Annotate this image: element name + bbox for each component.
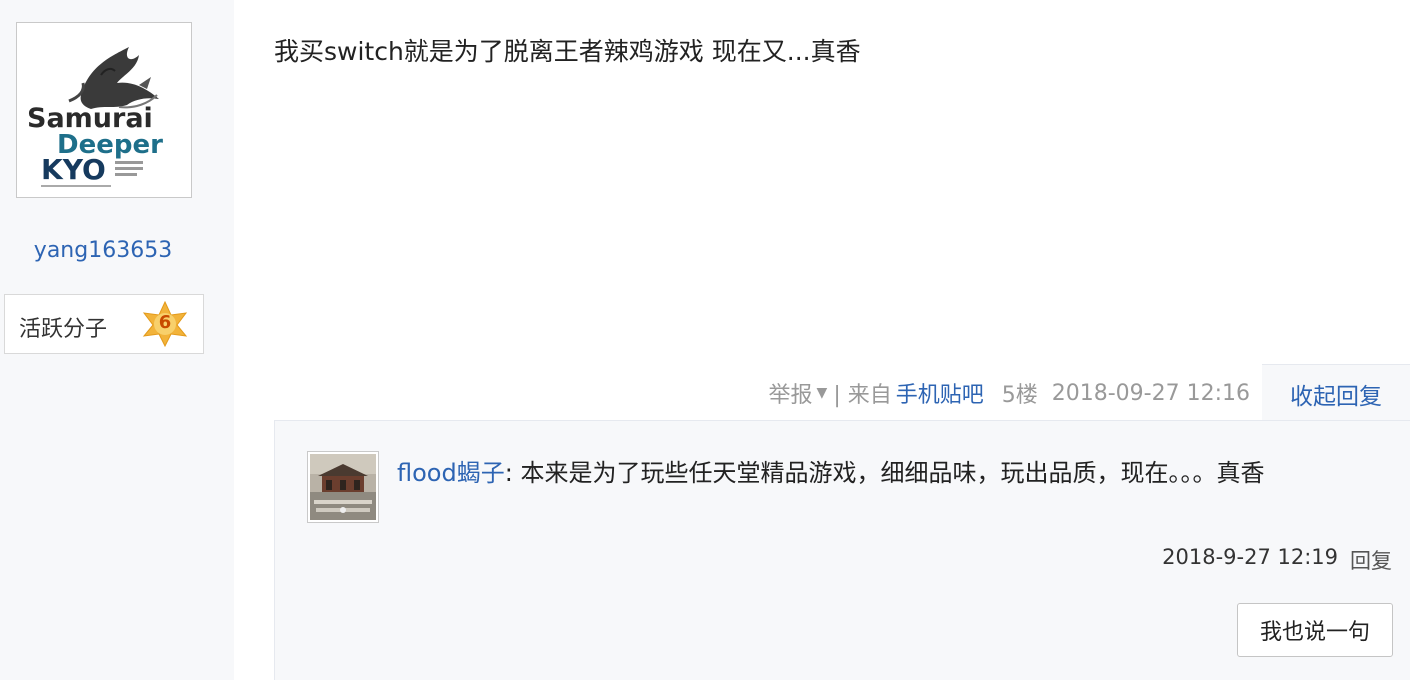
author-column: Samurai Deeper KYO yang163653 活跃分子 6 (0, 0, 234, 680)
report-link[interactable]: 举报 (769, 377, 813, 409)
post-page: Samurai Deeper KYO yang163653 活跃分子 6 我买s… (0, 0, 1410, 680)
reply-button[interactable]: 回复 (1350, 545, 1392, 575)
reply-item: flood蝎子: 本来是为了玩些任天堂精品游戏，细细品味，玩出品质，现在。。。真… (397, 451, 1387, 495)
dragon-logo-image: Samurai Deeper KYO (19, 25, 189, 195)
reply-content: 本来是为了玩些任天堂精品游戏，细细品味，玩出品质，现在。。。真香 (520, 459, 1265, 487)
reply-datetime: 2018-9-27 12:19 (1162, 545, 1338, 569)
collapse-replies-button[interactable]: 收起回复 (1262, 364, 1410, 422)
post-content: 我买switch就是为了脱离王者辣鸡游戏 现在又...真香 (274, 37, 861, 66)
client-link[interactable]: 手机贴吧 (896, 377, 984, 409)
author-avatar[interactable]: Samurai Deeper KYO (16, 22, 192, 198)
level-star-icon: 6 (141, 300, 189, 348)
chevron-down-icon[interactable]: ▼ (817, 385, 828, 401)
floor-number: 5楼 (1001, 383, 1038, 408)
reply-meta: 2018-9-27 12:19 回复 (1162, 545, 1392, 575)
post-tail: 举报 ▼ | 来自 手机贴吧 5楼 2018-09-27 12:16 (700, 376, 1250, 410)
palace-photo-image (310, 454, 376, 520)
author-level-badge[interactable]: 活跃分子 6 (4, 294, 204, 354)
author-username-link[interactable]: yang163653 (0, 238, 206, 263)
level-number: 6 (158, 312, 172, 333)
reply-box: flood蝎子: 本来是为了玩些任天堂精品游戏，细细品味，玩出品质，现在。。。真… (274, 420, 1410, 680)
reply-avatar[interactable] (307, 451, 379, 523)
reply-username-link[interactable]: flood蝎子 (397, 459, 505, 487)
from-label: | 来自 (833, 383, 892, 408)
reply-separator: : (504, 459, 513, 487)
level-title: 活跃分子 (19, 317, 108, 342)
add-comment-button[interactable]: 我也说一句 (1237, 603, 1393, 657)
post-datetime: 2018-09-27 12:16 (1051, 380, 1250, 406)
logo-line-3: KYO (41, 153, 106, 186)
